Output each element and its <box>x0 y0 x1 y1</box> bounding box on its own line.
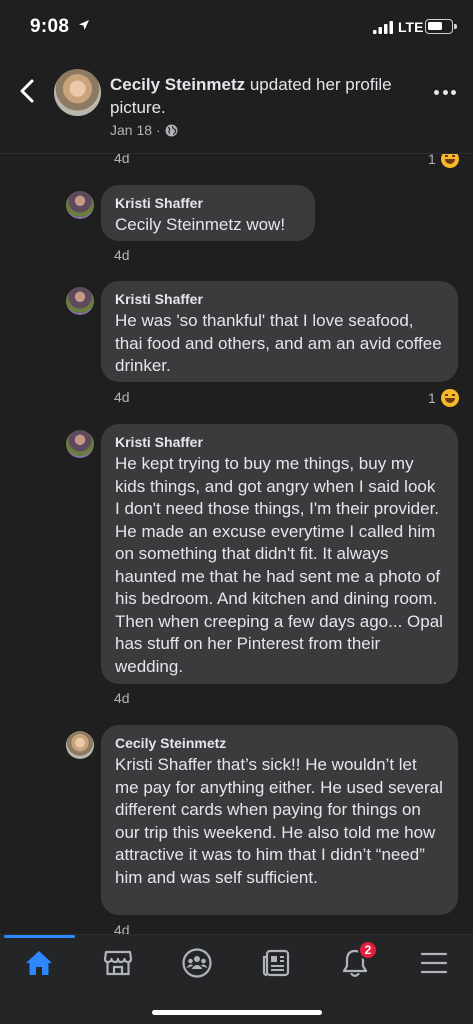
comments-list: 4d 1 Kristi Shaffer Cecily Steinmetz wow… <box>0 154 473 934</box>
meta-separator: · <box>156 122 161 138</box>
comment-author[interactable]: Kristi Shaffer <box>115 194 301 212</box>
reaction-summary[interactable]: 1 <box>428 154 459 168</box>
author-name[interactable]: Cecily Steinmetz <box>110 75 245 94</box>
status-time: 9:08 <box>30 16 70 37</box>
post-meta: Jan 18 · <box>110 122 178 138</box>
post-title: Cecily Steinmetz updated her profile pic… <box>110 73 410 119</box>
more-options-icon[interactable] <box>434 90 456 96</box>
home-indicator[interactable] <box>152 1010 322 1015</box>
news-icon <box>262 949 290 977</box>
comment-timestamp[interactable]: 4d <box>114 690 130 706</box>
hamburger-menu-icon <box>420 952 448 974</box>
notification-badge: 2 <box>358 940 378 960</box>
groups-icon <box>182 948 212 978</box>
commenter-avatar[interactable] <box>66 191 94 219</box>
tab-menu[interactable] <box>414 945 454 981</box>
globe-icon <box>165 124 178 136</box>
comment-text: He was 'so thankful' that I love seafood… <box>115 311 442 375</box>
comment-timestamp[interactable]: 4d <box>114 154 130 166</box>
reaction-summary[interactable]: 1 <box>428 389 459 407</box>
author-avatar[interactable] <box>54 69 101 116</box>
reaction-count: 1 <box>428 154 436 167</box>
post-date: Jan 18 <box>110 122 153 138</box>
comment-bubble: Kristi Shaffer Cecily Steinmetz wow! <box>101 185 315 241</box>
comment-bubble: Cecily Steinmetz Kristi Shaffer that’s s… <box>101 725 458 915</box>
battery-icon <box>425 19 457 34</box>
comment-text: Kristi Shaffer that’s sick!! He wouldn’t… <box>115 755 443 887</box>
comment-author[interactable]: Cecily Steinmetz <box>115 734 444 752</box>
post-header: Cecily Steinmetz updated her profile pic… <box>0 52 473 154</box>
active-tab-indicator <box>4 935 75 938</box>
tab-news[interactable] <box>256 945 296 981</box>
home-icon <box>26 951 52 975</box>
status-bar: 9:08 LTE <box>0 0 473 52</box>
commenter-avatar[interactable] <box>66 731 94 759</box>
reaction-count: 1 <box>428 390 436 406</box>
tab-home[interactable] <box>19 945 59 981</box>
marketplace-icon <box>103 950 133 976</box>
comment-author[interactable]: Kristi Shaffer <box>115 433 444 451</box>
commenter-avatar[interactable] <box>66 430 94 458</box>
comment-timestamp[interactable]: 4d <box>114 247 130 263</box>
back-chevron-icon[interactable] <box>16 78 40 104</box>
comment-author[interactable]: Kristi Shaffer <box>115 290 444 308</box>
signal-icon <box>373 21 393 34</box>
location-arrow-icon <box>79 20 89 30</box>
comment-timestamp[interactable]: 4d <box>114 389 130 405</box>
tab-marketplace[interactable] <box>98 945 138 981</box>
commenter-avatar[interactable] <box>66 287 94 315</box>
haha-reaction-icon <box>440 389 459 407</box>
tab-groups[interactable] <box>177 945 217 981</box>
network-label: LTE <box>398 19 424 35</box>
comment-text: Cecily Steinmetz wow! <box>115 215 286 234</box>
haha-reaction-icon <box>440 154 459 168</box>
comment-bubble: Kristi Shaffer He kept trying to buy me … <box>101 424 458 684</box>
comment-bubble: Kristi Shaffer He was 'so thankful' that… <box>101 281 458 382</box>
comment-text: He kept trying to buy me things, buy my … <box>115 454 443 676</box>
comment-timestamp[interactable]: 4d <box>114 922 130 934</box>
